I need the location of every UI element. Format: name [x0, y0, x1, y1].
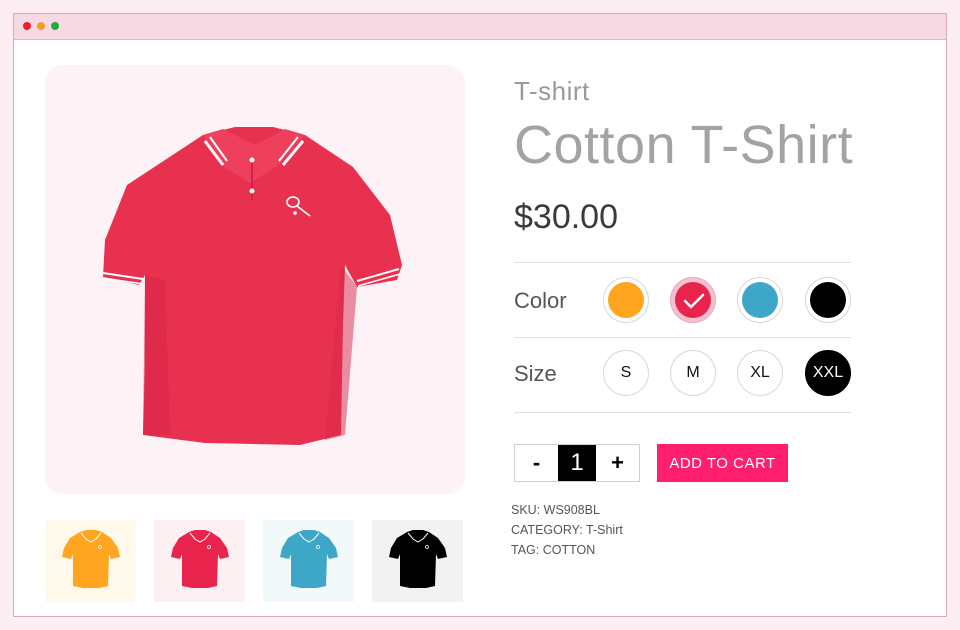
- color-swatch-fill: [810, 282, 846, 318]
- thumbnail-pink-red[interactable]: [154, 520, 245, 602]
- quantity-stepper: - 1 +: [514, 444, 640, 482]
- color-swatch-black[interactable]: [805, 277, 851, 323]
- quantity-value[interactable]: 1: [558, 445, 596, 481]
- main-product-image: [45, 65, 465, 494]
- quantity-increase-button[interactable]: +: [596, 445, 639, 481]
- size-label: Size: [514, 361, 557, 386]
- thumbnail-blue[interactable]: [263, 520, 354, 602]
- thumbnail-shirt-image: [389, 530, 447, 588]
- thumbnail-shirt-image: [171, 530, 229, 588]
- check-icon: [683, 293, 705, 309]
- sku-text: SKU: WS908BL: [511, 503, 600, 517]
- divider: [514, 262, 851, 263]
- thumbnail-shirt-image: [280, 530, 338, 588]
- size-option-xl[interactable]: XL: [737, 350, 783, 396]
- color-swatch-orange[interactable]: [603, 277, 649, 323]
- thumbnail-shirt-image: [62, 530, 120, 588]
- window-maximize-dot[interactable]: [51, 22, 59, 30]
- size-option-xxl[interactable]: XXL: [805, 350, 851, 396]
- divider: [514, 337, 851, 338]
- browser-window: T-shirt Cotton T-Shirt $30.00 Color Size…: [13, 13, 947, 617]
- thumbnail-black[interactable]: [372, 520, 463, 602]
- tag-text: TAG: COTTON: [511, 543, 596, 557]
- add-to-cart-button[interactable]: ADD TO CART: [657, 444, 788, 482]
- quantity-decrease-button[interactable]: -: [515, 445, 558, 481]
- color-swatch-blue[interactable]: [737, 277, 783, 323]
- color-swatch-fill: [608, 282, 644, 318]
- product-price: $30.00: [514, 198, 618, 236]
- window-close-dot[interactable]: [23, 22, 31, 30]
- product-category-subtitle: T-shirt: [514, 76, 590, 106]
- window-titlebar: [14, 14, 946, 40]
- product-title: Cotton T-Shirt: [514, 115, 854, 175]
- size-option-s[interactable]: S: [603, 350, 649, 396]
- thumbnail-orange[interactable]: [45, 520, 136, 602]
- category-text: CATEGORY: T-Shirt: [511, 523, 623, 537]
- window-minimize-dot[interactable]: [37, 22, 45, 30]
- color-swatch-fill: [742, 282, 778, 318]
- color-swatch-pink-red[interactable]: [670, 277, 716, 323]
- main-shirt-image: [102, 127, 402, 445]
- size-option-m[interactable]: M: [670, 350, 716, 396]
- divider: [514, 412, 851, 413]
- color-label: Color: [514, 288, 567, 313]
